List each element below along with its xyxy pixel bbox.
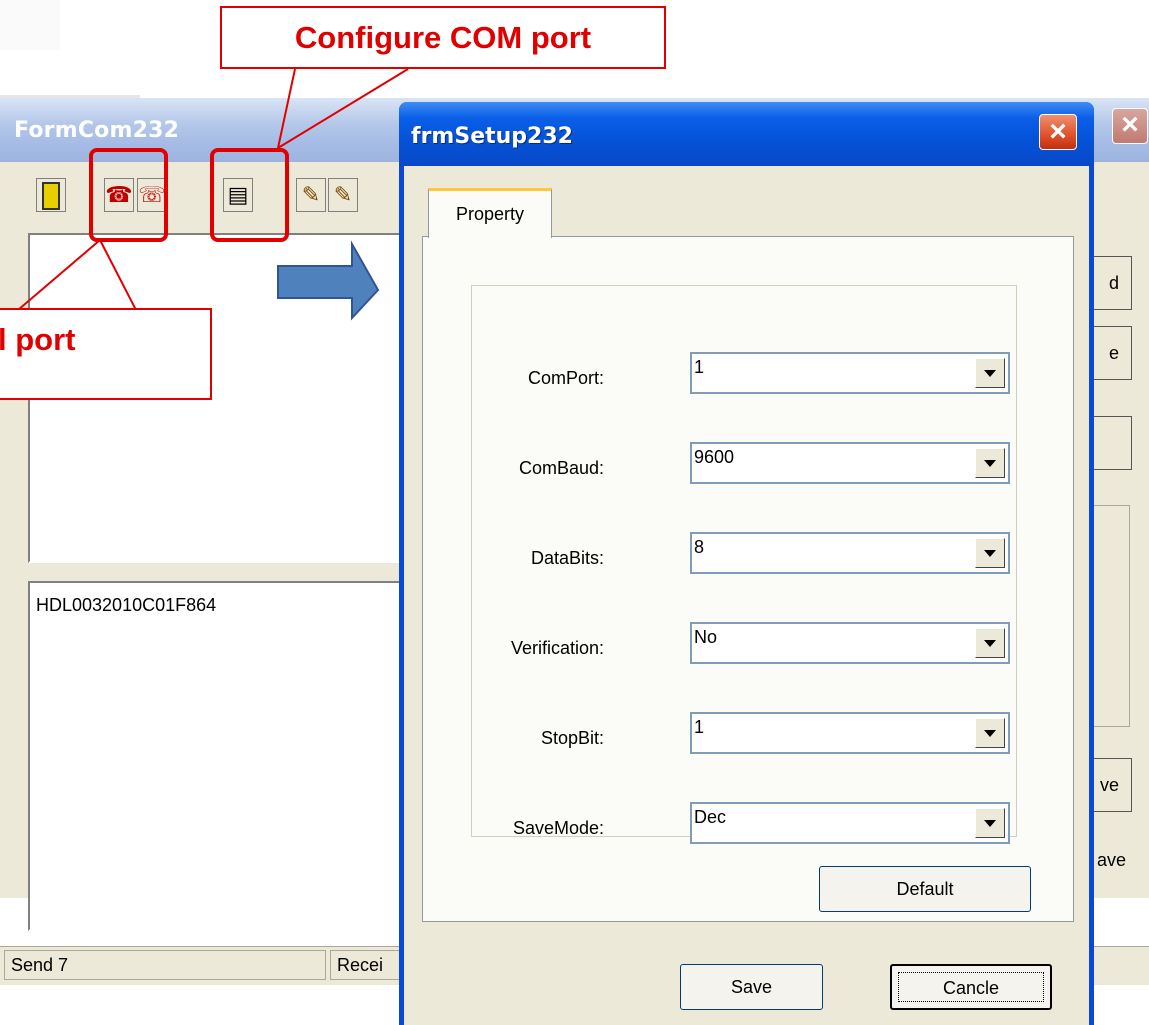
chevron-down-icon[interactable] (975, 448, 1005, 478)
savemode-select[interactable]: Dec (690, 802, 1010, 844)
close-icon[interactable]: × (1039, 114, 1077, 150)
chevron-down-icon[interactable] (975, 538, 1005, 568)
verification-select[interactable]: No (690, 622, 1010, 664)
focus-rectangle (898, 972, 1044, 1002)
default-button[interactable]: Default (819, 866, 1031, 912)
open-callout-line-2 (99, 239, 137, 311)
verification-value: No (694, 627, 718, 647)
right-arrow-icon (277, 240, 380, 321)
config-callout-line-1 (277, 68, 296, 149)
dialog-body: Property ComPort: 1 ComBaud: 9600 DataBi… (404, 166, 1089, 1025)
settings-group: ComPort: 1 ComBaud: 9600 DataBits: 8 Ver… (471, 285, 1017, 844)
combaud-value: 9600 (694, 447, 735, 467)
savemode-label: SaveMode: (512, 818, 604, 838)
open-port-callout: l port (0, 308, 212, 400)
chevron-down-icon[interactable] (975, 628, 1005, 658)
stopbit-select[interactable]: 1 (690, 712, 1010, 754)
configure-com-port-callout: Configure COM port (220, 6, 666, 69)
cancle-button[interactable]: Cancle (890, 964, 1052, 1010)
frmsetup232-dialog: frmSetup232 × Property ComPort: 1 ComBau… (399, 102, 1094, 1025)
open-port-callout-text: l port (0, 322, 76, 357)
stopbit-label: StopBit: (540, 728, 604, 748)
comport-select[interactable]: 1 (690, 352, 1010, 394)
open-callout-line-1 (17, 239, 101, 311)
save-button[interactable]: Save (680, 964, 823, 1010)
verification-label: Verification: (510, 638, 604, 658)
config-callout-line-2 (277, 68, 409, 149)
chevron-down-icon[interactable] (975, 718, 1005, 748)
chevron-down-icon[interactable] (975, 358, 1005, 388)
comport-value: 1 (694, 357, 705, 377)
tab-property[interactable]: Property (428, 188, 552, 238)
frmsetup232-titlebar[interactable]: frmSetup232 × (399, 102, 1094, 166)
chevron-down-icon[interactable] (975, 808, 1005, 838)
databits-label: DataBits: (530, 548, 604, 568)
databits-value: 8 (694, 537, 705, 557)
combaud-select[interactable]: 9600 (690, 442, 1010, 484)
comport-label: ComPort: (527, 368, 604, 388)
property-panel: ComPort: 1 ComBaud: 9600 DataBits: 8 Ver… (422, 236, 1074, 922)
dialog-title: frmSetup232 (411, 124, 573, 149)
savemode-value: Dec (694, 807, 727, 827)
combaud-label: ComBaud: (518, 458, 604, 478)
stopbit-value: 1 (694, 717, 705, 737)
databits-select[interactable]: 8 (690, 532, 1010, 574)
